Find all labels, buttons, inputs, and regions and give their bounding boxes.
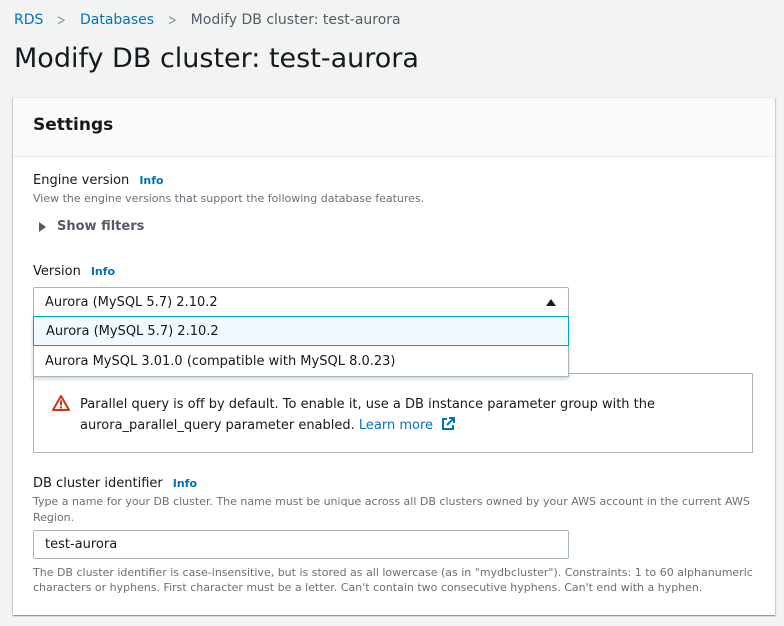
cluster-identifier-label: DB cluster identifier bbox=[33, 476, 163, 491]
version-option[interactable]: Aurora MySQL 3.01.0 (compatible with MyS… bbox=[34, 346, 568, 376]
alert-message: Parallel query is off by default. To ena… bbox=[80, 394, 734, 433]
caret-up-icon bbox=[546, 298, 556, 306]
cluster-identifier-constraint: The DB cluster identifier is case-insens… bbox=[33, 566, 753, 594]
version-select-value: Aurora (MySQL 5.7) 2.10.2 bbox=[45, 294, 218, 310]
engine-version-label-row: Engine version Info bbox=[33, 173, 164, 188]
breadcrumb-current: Modify DB cluster: test-aurora bbox=[190, 12, 401, 28]
caret-right-icon bbox=[39, 221, 46, 232]
version-label-row: Version Info bbox=[33, 264, 115, 279]
show-filters-label: Show filters bbox=[57, 219, 145, 234]
chevron-right-icon: > bbox=[57, 11, 67, 29]
engine-version-label: Engine version bbox=[33, 173, 130, 188]
cluster-identifier-description: Type a name for your DB cluster. The nam… bbox=[33, 495, 750, 524]
version-select[interactable]: Aurora (MySQL 5.7) 2.10.2 bbox=[33, 287, 569, 317]
external-link-icon[interactable] bbox=[441, 417, 456, 431]
cluster-identifier-info-link[interactable]: Info bbox=[173, 477, 197, 490]
breadcrumb-link-rds[interactable]: RDS bbox=[14, 12, 43, 28]
show-filters-toggle[interactable]: Show filters bbox=[39, 219, 144, 234]
warning-icon bbox=[52, 395, 70, 411]
chevron-right-icon: > bbox=[167, 11, 177, 29]
page-title: Modify DB cluster: test-aurora bbox=[14, 43, 419, 74]
version-dropdown-list: Aurora (MySQL 5.7) 2.10.2 Aurora MySQL 3… bbox=[33, 316, 569, 377]
engine-version-description: View the engine versions that support th… bbox=[33, 192, 425, 205]
breadcrumb-link-databases[interactable]: Databases bbox=[80, 12, 154, 28]
engine-version-info-link[interactable]: Info bbox=[139, 174, 163, 187]
cluster-identifier-label-row: DB cluster identifier Info bbox=[33, 476, 197, 491]
parallel-query-alert: Parallel query is off by default. To ena… bbox=[33, 373, 753, 453]
breadcrumb: RDS > Databases > Modify DB cluster: tes… bbox=[14, 11, 401, 29]
learn-more-link[interactable]: Learn more bbox=[359, 418, 433, 433]
version-label: Version bbox=[33, 264, 81, 279]
version-info-link[interactable]: Info bbox=[91, 265, 115, 278]
settings-header: Settings bbox=[13, 98, 775, 157]
cluster-identifier-input[interactable] bbox=[33, 530, 569, 559]
settings-title: Settings bbox=[33, 115, 114, 135]
version-option[interactable]: Aurora (MySQL 5.7) 2.10.2 bbox=[33, 316, 569, 346]
